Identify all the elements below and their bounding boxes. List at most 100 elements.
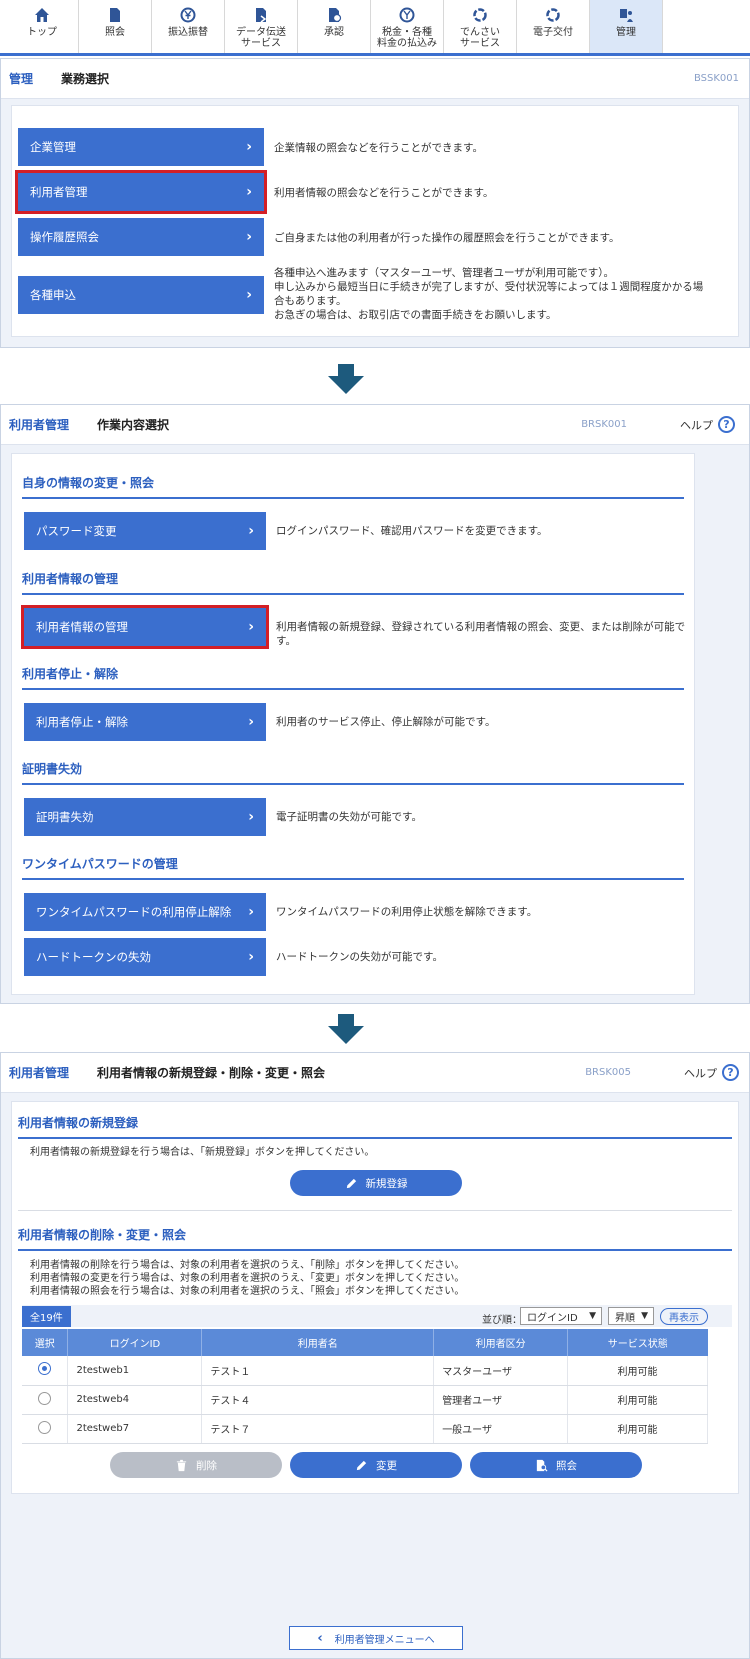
nav-label: 振込振替 [168, 27, 208, 38]
chevron-right-icon: › [248, 949, 254, 965]
hard-token-revoke-button[interactable]: ハードトークンの失効 › [24, 938, 266, 976]
back-to-user-menu-button[interactable]: ‹ 利用者管理メニューへ [289, 1626, 463, 1650]
nav-label: 照会 [105, 27, 125, 38]
cert-revoke-button[interactable]: 証明書失効 › [24, 798, 266, 836]
corporate-admin-button[interactable]: 企業管理 › [18, 128, 264, 166]
password-change-button[interactable]: パスワード変更 › [24, 512, 266, 550]
cell-login-id: 2testweb4 [67, 1385, 203, 1415]
nav-approve[interactable]: 承認 [298, 0, 371, 53]
help-link[interactable]: ヘルプ ? [680, 416, 735, 433]
cell-service-status: 利用可能 [567, 1414, 708, 1444]
screen-code: BSSK001 [693, 73, 739, 84]
nav-label: 税金・各種 料金の払込み [377, 27, 437, 49]
col-user-name[interactable]: 利用者名 [201, 1329, 435, 1356]
tax-payment-icon [399, 7, 415, 23]
otp-unlock-button[interactable]: ワンタイムパスワードの利用停止解除 › [24, 893, 266, 931]
row-select-cell[interactable] [22, 1414, 69, 1444]
nav-tax-payment[interactable]: 税金・各種 料金の払込み [371, 0, 444, 53]
cell-user-name: テスト７ [201, 1414, 435, 1444]
dropdown-arrow-icon: ▼ [589, 1311, 596, 1321]
button-label: 照会 [556, 1459, 577, 1472]
table-row[interactable]: 2testweb7 テスト７ 一般ユーザ 利用可能 [22, 1414, 708, 1444]
user-suspend-desc: 利用者のサービス停止、停止解除が可能です。 [276, 716, 496, 728]
inquiry-instructions: 利用者情報の照会を行う場合は、対象の利用者を選択のうえ、「照会」ボタンを押してく… [30, 1286, 465, 1297]
sort-order-select[interactable]: 昇順 ▼ [608, 1307, 654, 1325]
chevron-right-icon: › [246, 184, 252, 200]
radio-button-selected[interactable] [38, 1362, 52, 1376]
screen-user-info-list: 利用者管理 利用者情報の新規登録・削除・変更・照会 BRSK005 ヘルプ ? … [0, 1052, 750, 1659]
panel-header: 利用者管理 作業内容選択 BRSK001 ヘルプ ? [1, 405, 749, 445]
applications-button[interactable]: 各種申込 › [18, 276, 264, 314]
applications-desc: 各種申込へ進みます（マスターユーザ、管理者ユーザが利用可能です）。 申し込みから… [274, 266, 703, 322]
section-name: 利用者管理 [9, 418, 70, 432]
user-suspend-button[interactable]: 利用者停止・解除 › [24, 703, 266, 741]
nav-label: データ伝送 サービス [236, 27, 286, 49]
screen-code: BRSK001 [581, 419, 627, 430]
admin-icon [620, 9, 633, 22]
panel-body: 自身の情報の変更・照会 パスワード変更 › ログインパスワード、確認用パスワード… [11, 453, 695, 995]
nav-densai[interactable]: でんさい サービス [444, 0, 517, 53]
document-icon [110, 8, 120, 22]
button-label: 利用者情報の管理 [36, 620, 128, 634]
page-title: 利用者情報の新規登録・削除・変更・照会 [97, 1066, 326, 1080]
button-label: 新規登録 [365, 1177, 408, 1190]
redisplay-button[interactable]: 再表示 [660, 1308, 708, 1325]
button-label: 操作履歴照会 [30, 230, 99, 244]
nav-transfer[interactable]: 振込振替 [152, 0, 225, 53]
button-label: 企業管理 [30, 140, 76, 154]
approve-icon [329, 8, 342, 23]
button-label: 利用者停止・解除 [36, 715, 128, 729]
radio-button[interactable] [38, 1420, 52, 1434]
change-button[interactable]: 変更 [290, 1452, 462, 1478]
nav-admin[interactable]: 管理 [590, 0, 663, 53]
nav-label: 電子交付 [533, 27, 573, 38]
help-label: ヘルプ [680, 418, 713, 432]
divider [18, 1210, 732, 1211]
page-title: 作業内容選択 [97, 418, 170, 432]
section-heading: 証明書失効 [22, 760, 684, 785]
cell-user-type: 管理者ユーザ [433, 1385, 569, 1415]
col-service-status[interactable]: サービス状態 [567, 1329, 708, 1356]
nav-e-delivery[interactable]: 電子交付 [517, 0, 590, 53]
panel-header: 管理 業務選択 BSSK001 [1, 59, 749, 99]
nav-label: トップ [27, 27, 57, 38]
col-login-id[interactable]: ログインID [67, 1329, 203, 1356]
table-row[interactable]: 2testweb4 テスト４ 管理者ユーザ 利用可能 [22, 1385, 708, 1415]
help-icon: ? [718, 416, 735, 433]
new-register-button[interactable]: 新規登録 [290, 1170, 462, 1196]
chevron-right-icon: › [248, 523, 254, 539]
global-nav: トップ 照会 振込振替 データ伝送 サービス 承認 税金・各種 料金の払込み で… [0, 0, 750, 56]
row-select-cell[interactable] [22, 1356, 69, 1386]
delete-instructions: 利用者情報の削除を行う場合は、対象の利用者を選択のうえ、「削除」ボタンを押してく… [30, 1260, 465, 1271]
col-user-type[interactable]: 利用者区分 [433, 1329, 569, 1356]
user-admin-button[interactable]: 利用者管理 › [15, 170, 267, 214]
select-value: 昇順 [615, 1312, 635, 1324]
sort-key-select[interactable]: ログインID ▼ [520, 1307, 602, 1325]
nav-inquiry[interactable]: 照会 [79, 0, 152, 53]
cell-login-id: 2testweb7 [67, 1414, 203, 1444]
chevron-right-icon: › [248, 714, 254, 730]
button-label: 証明書失効 [36, 810, 94, 824]
screen-code: BRSK005 [585, 1067, 631, 1078]
delete-button[interactable]: 削除 [110, 1452, 282, 1478]
section-heading: 利用者情報の管理 [22, 570, 684, 595]
help-link[interactable]: ヘルプ ? [684, 1064, 739, 1081]
radio-button[interactable] [38, 1391, 52, 1405]
table-row[interactable]: 2testweb1 テスト１ マスターユーザ 利用可能 [22, 1356, 708, 1386]
cell-user-type: マスターユーザ [433, 1356, 569, 1386]
chevron-right-icon: › [248, 619, 254, 635]
down-arrow-icon [328, 364, 364, 394]
dropdown-arrow-icon: ▼ [641, 1311, 648, 1321]
chevron-right-icon: › [246, 139, 252, 155]
panel-body: 企業管理 › 企業情報の照会などを行うことができます。 利用者管理 › 利用者情… [11, 105, 739, 337]
section-heading: 利用者停止・解除 [22, 665, 684, 690]
corporate-admin-desc: 企業情報の照会などを行うことができます。 [274, 142, 483, 154]
inquiry-button[interactable]: 照会 [470, 1452, 642, 1478]
row-select-cell[interactable] [22, 1385, 69, 1415]
otp-unlock-desc: ワンタイムパスワードの利用停止状態を解除できます。 [276, 906, 538, 918]
pencil-icon [356, 1460, 367, 1470]
operation-history-button[interactable]: 操作履歴照会 › [18, 218, 264, 256]
nav-top[interactable]: トップ [6, 0, 79, 53]
nav-data-transfer[interactable]: データ伝送 サービス [225, 0, 298, 53]
user-info-manage-button[interactable]: 利用者情報の管理 › [21, 605, 269, 649]
